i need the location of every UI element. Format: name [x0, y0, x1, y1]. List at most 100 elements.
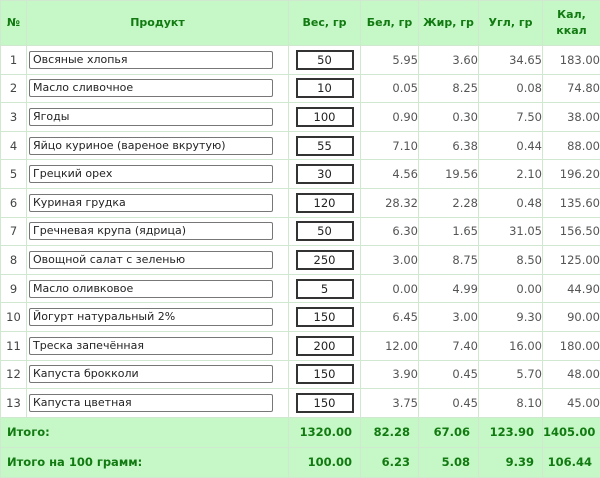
product-cell: Масло сливочное	[27, 74, 289, 103]
protein-value: 4.56	[361, 160, 419, 189]
weight-input[interactable]: 200	[296, 336, 354, 356]
weight-cell: 200	[289, 331, 361, 360]
protein-value: 12.00	[361, 331, 419, 360]
protein-value: 3.90	[361, 360, 419, 389]
carb-value: 2.10	[479, 160, 543, 189]
per100-carb: 9.39	[479, 447, 543, 477]
totals-carb: 123.90	[479, 417, 543, 447]
row-number: 9	[1, 274, 27, 303]
per100-fat: 5.08	[419, 447, 479, 477]
product-input[interactable]: Масло оливковое	[29, 280, 273, 298]
kcal-value: 88.00	[543, 131, 600, 160]
product-input[interactable]: Овсяные хлопья	[29, 51, 273, 69]
weight-cell: 250	[289, 246, 361, 275]
kcal-value: 74.80	[543, 74, 600, 103]
per100-kcal: 106.44	[543, 447, 600, 477]
row-number: 8	[1, 246, 27, 275]
protein-value: 0.90	[361, 103, 419, 132]
weight-input[interactable]: 250	[296, 250, 354, 270]
product-cell: Куриная грудка	[27, 188, 289, 217]
fat-value: 1.65	[419, 217, 479, 246]
table-row: 4Яйцо куриное (вареное вкрутую)557.106.3…	[1, 131, 600, 160]
product-input[interactable]: Капуста брокколи	[29, 365, 273, 383]
carb-value: 9.30	[479, 303, 543, 332]
fat-value: 2.28	[419, 188, 479, 217]
fat-value: 6.38	[419, 131, 479, 160]
protein-value: 0.05	[361, 74, 419, 103]
product-input[interactable]: Куриная грудка	[29, 194, 273, 212]
kcal-value: 183.00	[543, 46, 600, 75]
table-row: 12Капуста брокколи1503.900.455.7048.00	[1, 360, 600, 389]
header-num: №	[1, 1, 27, 46]
fat-value: 7.40	[419, 331, 479, 360]
totals-kcal: 1405.00	[543, 417, 600, 447]
protein-value: 6.30	[361, 217, 419, 246]
kcal-value: 125.00	[543, 246, 600, 275]
table-row: 13Капуста цветная1503.750.458.1045.00	[1, 389, 600, 418]
fat-value: 8.75	[419, 246, 479, 275]
product-input[interactable]: Овощной салат с зеленью	[29, 251, 273, 269]
totals-fat: 67.06	[419, 417, 479, 447]
weight-input[interactable]: 55	[296, 136, 354, 156]
weight-cell: 100	[289, 103, 361, 132]
weight-input[interactable]: 150	[296, 364, 354, 384]
product-input[interactable]: Грецкий орех	[29, 165, 273, 183]
weight-input[interactable]: 10	[296, 78, 354, 98]
protein-value: 0.00	[361, 274, 419, 303]
carb-value: 8.50	[479, 246, 543, 275]
product-cell: Яйцо куриное (вареное вкрутую)	[27, 131, 289, 160]
carb-value: 0.48	[479, 188, 543, 217]
table-row: 9Масло оливковое50.004.990.0044.90	[1, 274, 600, 303]
weight-input[interactable]: 150	[296, 393, 354, 413]
header-kcal-line1: Кал,	[557, 8, 586, 21]
product-cell: Капуста цветная	[27, 389, 289, 418]
product-input[interactable]: Яйцо куриное (вареное вкрутую)	[29, 137, 273, 155]
weight-cell: 50	[289, 46, 361, 75]
weight-cell: 120	[289, 188, 361, 217]
product-cell: Йогурт натуральный 2%	[27, 303, 289, 332]
row-number: 12	[1, 360, 27, 389]
weight-input[interactable]: 30	[296, 164, 354, 184]
weight-input[interactable]: 100	[296, 107, 354, 127]
protein-value: 5.95	[361, 46, 419, 75]
fat-value: 0.45	[419, 360, 479, 389]
weight-input[interactable]: 120	[296, 193, 354, 213]
carb-value: 0.00	[479, 274, 543, 303]
product-input[interactable]: Гречневая крупа (ядрица)	[29, 222, 273, 240]
product-input[interactable]: Треска запечённая	[29, 337, 273, 355]
carb-value: 16.00	[479, 331, 543, 360]
weight-cell: 150	[289, 360, 361, 389]
weight-input[interactable]: 150	[296, 307, 354, 327]
row-number: 13	[1, 389, 27, 418]
row-number: 7	[1, 217, 27, 246]
header-kcal-line2: ккал	[556, 24, 586, 37]
header-weight: Вес, гр	[289, 1, 361, 46]
table-row: 2Масло сливочное100.058.250.0874.80	[1, 74, 600, 103]
table-row: 7Гречневая крупа (ядрица)506.301.6531.05…	[1, 217, 600, 246]
carb-value: 8.10	[479, 389, 543, 418]
kcal-value: 48.00	[543, 360, 600, 389]
kcal-value: 196.20	[543, 160, 600, 189]
header-row: № Продукт Вес, гр Бел, гр Жир, гр Угл, г…	[1, 1, 600, 46]
weight-input[interactable]: 5	[296, 279, 354, 299]
table-row: 3Ягоды1000.900.307.5038.00	[1, 103, 600, 132]
carb-value: 7.50	[479, 103, 543, 132]
fat-value: 4.99	[419, 274, 479, 303]
weight-input[interactable]: 50	[296, 221, 354, 241]
table-row: 11Треска запечённая20012.007.4016.00180.…	[1, 331, 600, 360]
kcal-value: 135.60	[543, 188, 600, 217]
product-input[interactable]: Йогурт натуральный 2%	[29, 308, 273, 326]
fat-value: 3.00	[419, 303, 479, 332]
row-number: 4	[1, 131, 27, 160]
product-cell: Капуста брокколи	[27, 360, 289, 389]
product-input[interactable]: Масло сливочное	[29, 79, 273, 97]
row-number: 1	[1, 46, 27, 75]
product-input[interactable]: Ягоды	[29, 108, 273, 126]
protein-value: 3.00	[361, 246, 419, 275]
weight-cell: 50	[289, 217, 361, 246]
totals-label: Итого:	[1, 417, 289, 447]
row-number: 10	[1, 303, 27, 332]
product-input[interactable]: Капуста цветная	[29, 394, 273, 412]
weight-input[interactable]: 50	[296, 50, 354, 70]
product-cell: Ягоды	[27, 103, 289, 132]
